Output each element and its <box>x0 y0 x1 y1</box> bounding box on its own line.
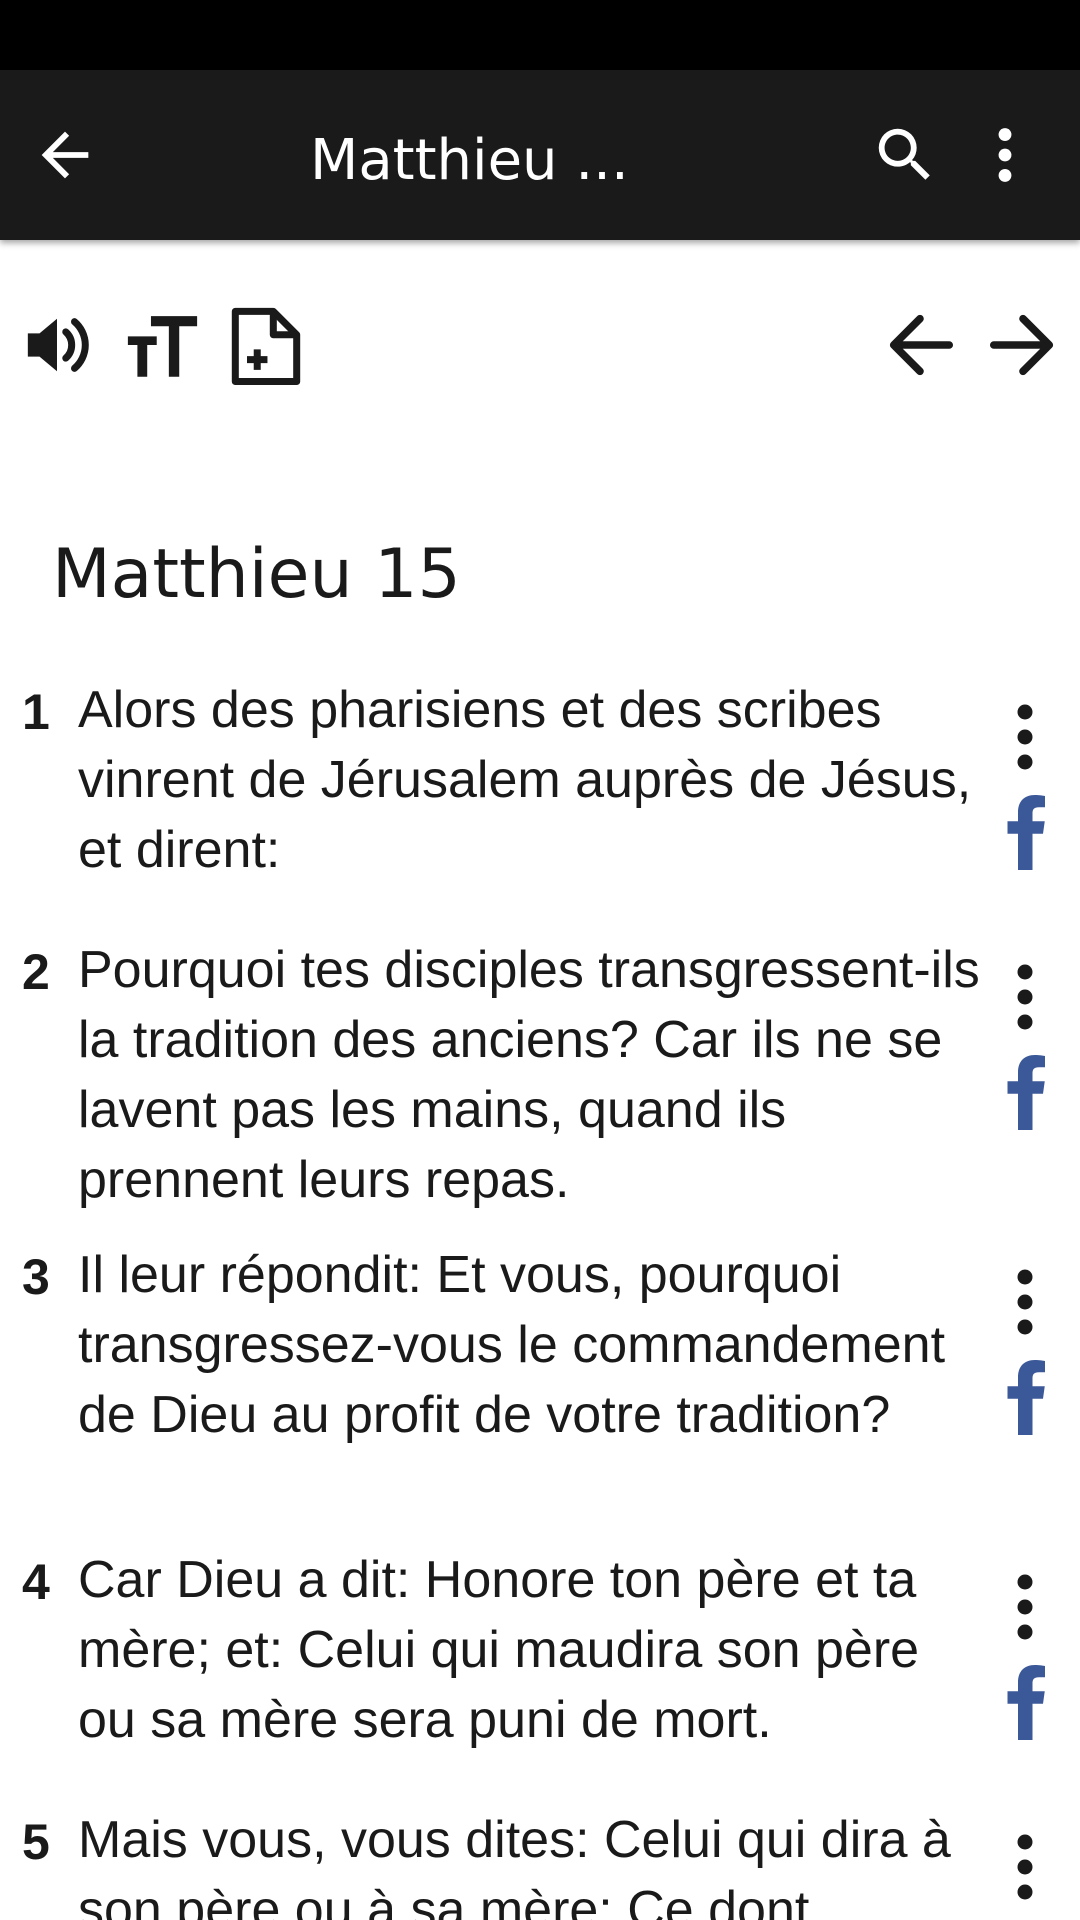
more-options-button[interactable] <box>975 120 1035 190</box>
more-vertical-icon <box>1017 1834 1033 1900</box>
facebook-share-button[interactable] <box>1000 1355 1050 1435</box>
verse-options-button[interactable] <box>1000 1262 1050 1342</box>
verse-item: 1 Alors des pharisiens et des scribes vi… <box>0 675 1080 885</box>
reading-toolbar <box>0 300 1080 390</box>
facebook-icon <box>1007 1665 1045 1740</box>
arrow-left-icon <box>41 131 89 179</box>
add-note-button[interactable] <box>228 300 308 390</box>
verse-text[interactable]: Alors des pharisiens et des scribes vinr… <box>78 675 988 885</box>
verse-number: 2 <box>22 944 50 1000</box>
verse-number: 4 <box>22 1554 50 1610</box>
search-icon <box>878 128 930 180</box>
more-vertical-icon <box>1017 964 1033 1030</box>
verse-item: 2 Pourquoi tes disciples transgressent-i… <box>0 935 1080 1215</box>
verse-options-button[interactable] <box>1000 1827 1050 1907</box>
facebook-share-button[interactable] <box>1000 1050 1050 1130</box>
verse-text[interactable]: Pourquoi tes disciples transgressent-ils… <box>78 935 988 1215</box>
search-button[interactable] <box>870 120 940 190</box>
next-chapter-button[interactable] <box>985 300 1065 390</box>
previous-chapter-icon <box>889 314 954 376</box>
verse-item: 5 Mais vous, vous dites: Celui qui dira … <box>0 1805 1080 1920</box>
text-size-button[interactable] <box>125 300 205 390</box>
previous-chapter-button[interactable] <box>882 300 962 390</box>
facebook-icon <box>1007 795 1045 870</box>
verse-options-button[interactable] <box>1000 1567 1050 1647</box>
chapter-title: Matthieu 15 <box>52 535 461 614</box>
status-bar <box>0 0 1080 70</box>
next-chapter-icon <box>989 314 1054 376</box>
verse-number: 3 <box>22 1249 50 1305</box>
app-bar-title: Matthieu ... <box>310 128 629 193</box>
verse-item: 3 Il leur répondit: Et vous, pourquoi tr… <box>0 1240 1080 1520</box>
speaker-icon <box>27 318 89 372</box>
verse-item: 4 Car Dieu a dit: Honore ton père et ta … <box>0 1545 1080 1755</box>
back-button[interactable] <box>30 120 100 190</box>
verse-text[interactable]: Il leur répondit: Et vous, pourquoi tran… <box>78 1240 988 1450</box>
verse-options-button[interactable] <box>1000 957 1050 1037</box>
facebook-share-button[interactable] <box>1000 1660 1050 1740</box>
more-vertical-icon <box>1017 1574 1033 1640</box>
verse-options-button[interactable] <box>1000 697 1050 777</box>
facebook-share-button[interactable] <box>1000 790 1050 870</box>
speaker-button[interactable] <box>22 300 102 390</box>
more-vertical-icon <box>998 128 1012 182</box>
more-vertical-icon <box>1017 1269 1033 1335</box>
add-note-icon <box>231 307 301 386</box>
text-size-icon <box>127 316 198 377</box>
more-vertical-icon <box>1017 704 1033 770</box>
facebook-icon <box>1007 1360 1045 1435</box>
facebook-icon <box>1007 1055 1045 1130</box>
verse-text[interactable]: Mais vous, vous dites: Celui qui dira à … <box>78 1805 988 1920</box>
verse-text[interactable]: Car Dieu a dit: Honore ton père et ta mè… <box>78 1545 988 1755</box>
verse-number: 1 <box>22 684 50 740</box>
app-bar: Matthieu ... <box>0 70 1080 240</box>
verse-number: 5 <box>22 1814 50 1870</box>
